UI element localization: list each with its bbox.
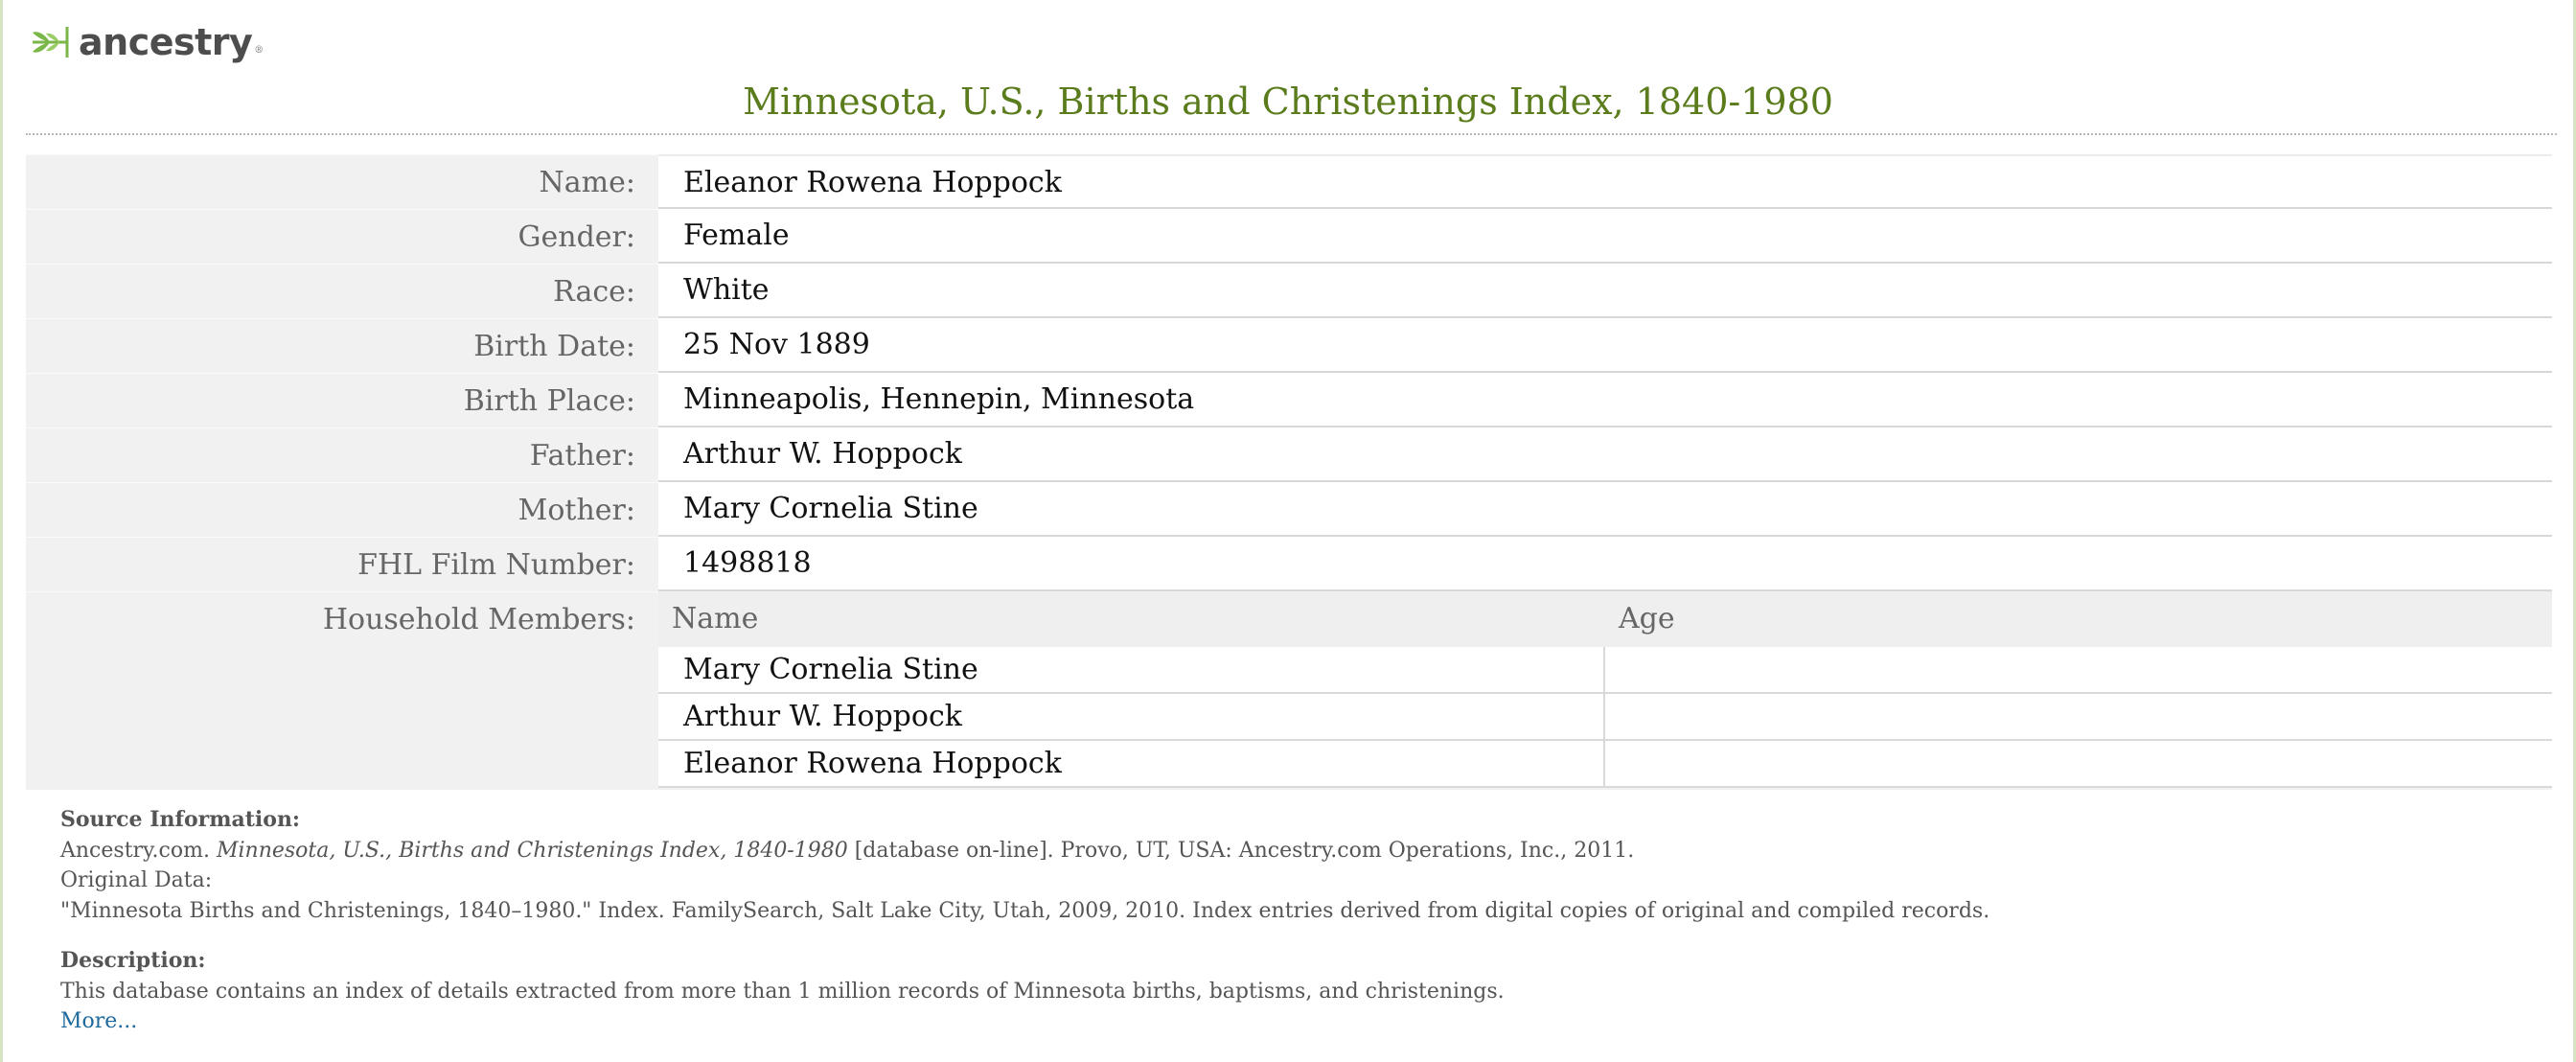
field-label: Mother: — [26, 482, 658, 537]
record-details-table: Name: Eleanor Rowena Hoppock Gender: Fem… — [26, 154, 2552, 790]
field-value: Mary Cornelia Stine — [658, 482, 2552, 537]
table-row: Eleanor Rowena Hoppock — [658, 741, 2552, 788]
field-row-name: Name: Eleanor Rowena Hoppock — [26, 154, 2552, 209]
field-label: Gender: — [26, 209, 658, 264]
field-row-gender: Gender: Female — [26, 209, 2552, 264]
table-row: Mary Cornelia Stine — [658, 647, 2552, 694]
household-member-name: Arthur W. Hoppock — [658, 694, 1605, 739]
field-label: Birth Date: — [26, 318, 658, 373]
field-value: White — [658, 264, 2552, 318]
left-frame-border — [0, 0, 3, 1062]
citation-suffix: [database on-line]. Provo, UT, USA: Ance… — [847, 838, 1635, 863]
title-divider — [26, 133, 2557, 135]
page-title: Minnesota, U.S., Births and Christenings… — [743, 81, 1833, 123]
field-row-birth-place: Birth Place: Minneapolis, Hennepin, Minn… — [26, 373, 2552, 427]
field-row-race: Race: White — [26, 264, 2552, 318]
field-row-fhl-film-number: FHL Film Number: 1498818 — [26, 537, 2552, 591]
field-row-birth-date: Birth Date: 25 Nov 1889 — [26, 318, 2552, 373]
household-member-age — [1605, 741, 2552, 786]
household-table-header: Name Age — [658, 591, 2552, 647]
household-member-name: Mary Cornelia Stine — [658, 647, 1605, 692]
logo-wordmark: ancestry — [79, 21, 253, 63]
original-data-label: Original Data: — [60, 868, 213, 892]
column-header-name: Name — [672, 602, 759, 635]
field-value: Eleanor Rowena Hoppock — [658, 154, 2552, 209]
description-heading: Description: — [60, 948, 206, 973]
field-value: 25 Nov 1889 — [658, 318, 2552, 373]
household-member-age — [1605, 694, 2552, 739]
field-label: Birth Place: — [26, 373, 658, 427]
field-value: Female — [658, 209, 2552, 264]
field-value: Minneapolis, Hennepin, Minnesota — [658, 373, 2552, 427]
household-member-age — [1605, 647, 2552, 692]
field-row-mother: Mother: Mary Cornelia Stine — [26, 482, 2552, 537]
field-value: Arthur W. Hoppock — [658, 427, 2552, 482]
field-value: 1498818 — [658, 537, 2552, 591]
ancestry-logo[interactable]: ancestry ® — [31, 21, 264, 63]
field-row-household-members: Household Members: Name Age Mary Corneli… — [26, 591, 2552, 790]
source-citation: Ancestry.com. Minnesota, U.S., Births an… — [60, 836, 2538, 866]
source-heading: Source Information: — [60, 807, 301, 832]
column-header-age: Age — [1619, 602, 1675, 635]
household-members-table: Name Age Mary Cornelia Stine Arthur W. H… — [658, 591, 2552, 788]
household-member-name: Eleanor Rowena Hoppock — [658, 741, 1605, 786]
description-text: This database contains an index of detai… — [60, 979, 1505, 1004]
source-information-section: Source Information: Ancestry.com. Minnes… — [60, 805, 2538, 1037]
citation-prefix: Ancestry.com. — [60, 838, 217, 863]
citation-title: Minnesota, U.S., Births and Christenings… — [216, 838, 848, 863]
field-label: Race: — [26, 264, 658, 318]
more-link[interactable]: More... — [60, 1009, 137, 1033]
field-label: Household Members: — [26, 591, 658, 790]
field-label: FHL Film Number: — [26, 537, 658, 591]
leaf-logo-icon — [31, 23, 73, 61]
table-row: Arthur W. Hoppock — [658, 694, 2552, 741]
original-data-text: "Minnesota Births and Christenings, 1840… — [60, 898, 1990, 923]
field-label: Father: — [26, 427, 658, 482]
trademark-mark: ® — [254, 44, 264, 56]
field-row-father: Father: Arthur W. Hoppock — [26, 427, 2552, 482]
field-label: Name: — [26, 154, 658, 209]
